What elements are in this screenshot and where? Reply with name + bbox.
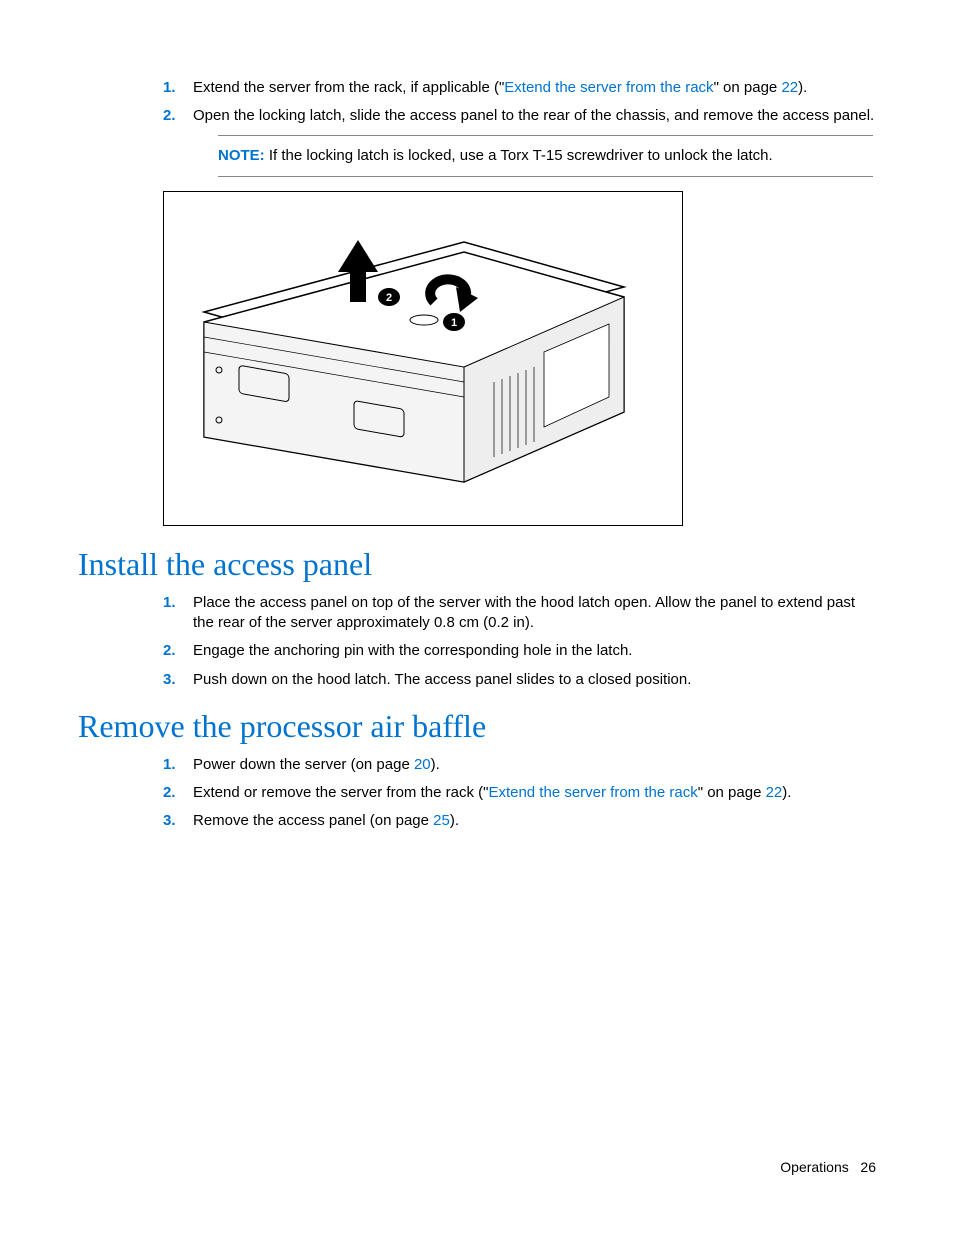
step-text-pre: Power down the server (on page [193,756,414,773]
step-text-mid: " on page [714,79,782,96]
note-label: NOTE: [218,147,265,164]
callout-2: 2 [378,288,400,306]
svg-text:1: 1 [451,317,457,329]
footer-section: Operations [780,1159,848,1175]
step-text: Engage the anchoring pin with the corres… [193,642,632,659]
link-page-22[interactable]: 22 [781,79,798,96]
footer-page-number: 26 [860,1159,876,1175]
step-text-post: ). [431,756,440,773]
step-text-post: ). [782,784,791,801]
step-text-post: ). [450,812,459,829]
step-item: 3. Push down on the hood latch. The acce… [163,670,876,690]
step-number: 3. [163,670,176,690]
page-footer: Operations 26 [780,1159,876,1175]
step-number: 1. [163,593,176,613]
step-item: 2. Extend or remove the server from the … [163,783,876,803]
link-page-20[interactable]: 20 [414,756,431,773]
step-number: 2. [163,641,176,661]
link-page-25[interactable]: 25 [433,812,450,829]
link-page-22[interactable]: 22 [766,784,783,801]
step-item: 1. Extend the server from the rack, if a… [163,78,876,98]
link-extend-server[interactable]: Extend the server from the rack [488,784,697,801]
step-text: Place the access panel on top of the ser… [193,594,855,631]
callout-1: 1 [443,313,465,331]
step-number: 2. [163,106,176,126]
step-number: 1. [163,755,176,775]
heading-remove-processor-air-baffle: Remove the processor air baffle [78,708,876,745]
link-extend-server[interactable]: Extend the server from the rack [504,79,713,96]
step-item: 3. Remove the access panel (on page 25). [163,811,876,831]
server-illustration: 2 1 [164,192,682,525]
heading-install-access-panel: Install the access panel [78,546,876,583]
step-text-pre: Remove the access panel (on page [193,812,433,829]
install-step-list: 1. Place the access panel on top of the … [78,593,876,690]
note-text: If the locking latch is locked, use a To… [265,147,773,164]
server-access-panel-figure: 2 1 [163,191,683,526]
step-text: Push down on the hood latch. The access … [193,671,691,688]
step-item: 1. Place the access panel on top of the … [163,593,876,634]
step-item: 2. Engage the anchoring pin with the cor… [163,641,876,661]
step-text-pre: Extend or remove the server from the rac… [193,784,488,801]
step-item: 1. Power down the server (on page 20). [163,755,876,775]
step-text-post: ). [798,79,807,96]
step-text-pre: Extend the server from the rack, if appl… [193,79,504,96]
remove-step-list: 1. Power down the server (on page 20). 2… [78,755,876,832]
step-text-mid: " on page [698,784,766,801]
step-number: 1. [163,78,176,98]
top-step-list: 1. Extend the server from the rack, if a… [78,78,876,127]
step-item: 2. Open the locking latch, slide the acc… [163,106,876,126]
svg-text:2: 2 [386,292,392,304]
step-text: Open the locking latch, slide the access… [193,107,874,124]
step-number: 3. [163,811,176,831]
step-number: 2. [163,783,176,803]
note-callout: NOTE: If the locking latch is locked, us… [218,135,873,177]
